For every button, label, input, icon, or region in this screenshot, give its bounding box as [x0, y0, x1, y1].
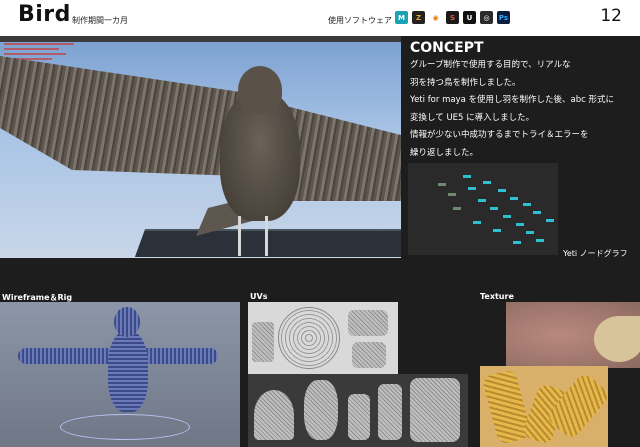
- uv-shell: [352, 342, 386, 368]
- uv-layout-bottom: [248, 374, 468, 447]
- graph-node: [493, 229, 501, 232]
- rig-control-ring: [60, 414, 190, 440]
- substance-icon: S: [446, 11, 459, 24]
- concept-line: グループ制作で使用する目的で、リアルな: [410, 60, 571, 70]
- concept-line: Yeti for maya を使用し羽を制作した後、abc 形式に: [410, 95, 614, 105]
- maya-icon: M: [395, 11, 408, 24]
- graph-node: [510, 197, 518, 200]
- bird-legs: [238, 216, 268, 256]
- texture-foot-image: [480, 366, 608, 447]
- uv-shell: [304, 380, 338, 440]
- header: Bird 制作期間一カ月 使用ソフトウェア M Z ◉ S U ◎ Ps 12: [0, 0, 640, 36]
- graph-node: [483, 181, 491, 184]
- graph-node: [498, 189, 506, 192]
- graph-node: [453, 207, 461, 210]
- wireframe-rig-image: [0, 302, 240, 447]
- page-number: 12: [600, 6, 622, 26]
- wireframe-body: [108, 332, 148, 412]
- uv-shell: [254, 390, 294, 440]
- left-wing: [0, 56, 240, 176]
- graph-node: [533, 211, 541, 214]
- concept-line: 繰り返しました。: [410, 147, 479, 158]
- graph-node: [468, 187, 476, 190]
- uv-shell: [378, 384, 402, 440]
- software-label: 使用ソフトウェア: [328, 16, 392, 25]
- bird-head: [238, 66, 282, 114]
- node-graph-caption: Yeti ノードグラフ: [563, 249, 628, 258]
- graph-node: [503, 215, 511, 218]
- graph-node: [463, 175, 471, 178]
- uv-shell: [252, 322, 274, 362]
- graph-node: [513, 241, 521, 244]
- graph-node: [448, 193, 456, 196]
- unreal-icon: U: [463, 11, 476, 24]
- graph-node: [478, 199, 486, 202]
- zbrush-icon: Z: [412, 11, 425, 24]
- graph-node: [536, 239, 544, 242]
- graph-node: [523, 203, 531, 206]
- graph-node: [473, 221, 481, 224]
- unreal-engine-icon: ◎: [480, 11, 493, 24]
- yeti-node-graph: [408, 163, 558, 255]
- uv-radial-shell: [278, 307, 340, 369]
- section-texture-label: Texture: [480, 292, 514, 301]
- main-render-viewport: [0, 36, 401, 258]
- graph-node: [546, 219, 554, 222]
- uv-shell: [348, 310, 388, 336]
- production-period: 制作期間一カ月: [72, 16, 128, 25]
- blender-icon: ◉: [429, 11, 442, 24]
- viewport-toolbar: [0, 36, 401, 42]
- section-uvs-label: UVs: [250, 292, 268, 301]
- concept-heading: CONCEPT: [410, 40, 484, 56]
- uv-layout-top: [248, 302, 398, 374]
- concept-line: 情報が少ない中成功するまでトライ＆エラーを: [410, 130, 589, 140]
- concept-line: 変換して UE5 に導入しました。: [410, 112, 535, 123]
- graph-node: [438, 183, 446, 186]
- photoshop-icon: Ps: [497, 11, 510, 24]
- texture-head-image: [506, 302, 640, 368]
- uv-shell: [410, 378, 460, 442]
- texture-beak: [594, 316, 640, 362]
- software-icons: M Z ◉ S U ◎ Ps: [395, 11, 510, 24]
- uv-shell: [348, 394, 370, 440]
- graph-node: [490, 207, 498, 210]
- graph-node: [526, 231, 534, 234]
- page-title: Bird: [18, 2, 71, 27]
- concept-description: グループ制作で使用する目的で、リアルな 羽を持つ鳥を制作しました。 Yeti for…: [410, 57, 636, 162]
- graph-node: [516, 223, 524, 226]
- wireframe-head: [114, 307, 140, 337]
- concept-line: 羽を持つ鳥を制作しました。: [410, 77, 521, 88]
